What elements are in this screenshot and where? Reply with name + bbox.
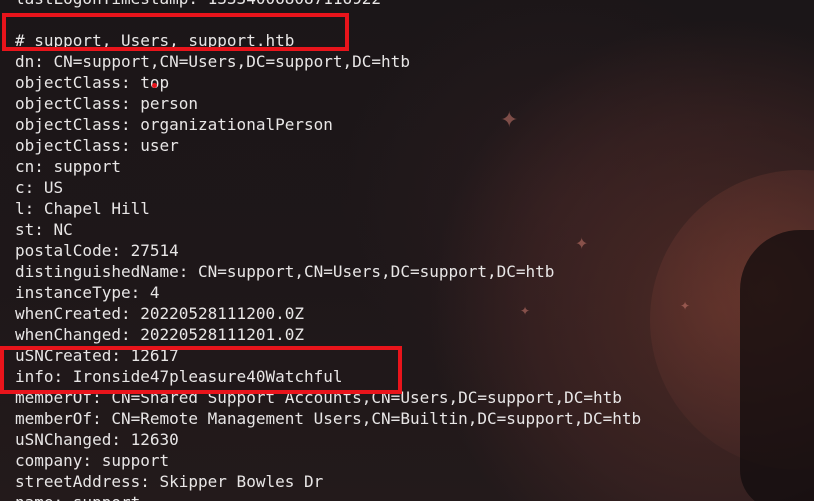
terminal-line: whenCreated: 20220528111200.0Z: [15, 304, 304, 323]
star-icon: ✦: [680, 299, 691, 313]
mouse-pointer-dot: [152, 83, 157, 88]
terminal-line: cn: support: [15, 157, 121, 176]
terminal-line: memberOf: CN=Remote Management Users,CN=…: [15, 409, 642, 428]
terminal-line: whenChanged: 20220528111201.0Z: [15, 325, 304, 344]
terminal-line: objectClass: top: [15, 73, 170, 92]
terminal-line: lastLogonTimestamp: 133340068087116922: [15, 0, 641, 9]
highlight-box-info-password: [0, 346, 402, 394]
highlight-box-entry-header: [2, 13, 349, 51]
terminal-line: company: support: [15, 451, 170, 470]
terminal-line: l: Chapel Hill: [15, 199, 150, 218]
terminal-line: objectClass: organizationalPerson: [15, 115, 333, 134]
terminal-line: distinguishedName: CN=support,CN=Users,D…: [15, 262, 555, 281]
terminal-line: c: US: [15, 178, 64, 197]
wallpaper-silhouette: [740, 230, 814, 501]
terminal-window[interactable]: ✦ ✦ ✦ ✦ lastLogonTimestamp: 133340068087…: [0, 0, 814, 501]
terminal-line: instanceType: 4: [15, 283, 160, 302]
terminal-line: name: support: [15, 492, 641, 501]
terminal-line: dn: CN=support,CN=Users,DC=support,DC=ht…: [15, 52, 410, 71]
terminal-line: objectClass: user: [15, 136, 179, 155]
terminal-output: lastLogonTimestamp: 133340068087116922 #…: [15, 0, 641, 501]
terminal-line: objectClass: person: [15, 94, 199, 113]
terminal-line: st: NC: [15, 220, 73, 239]
terminal-line: streetAddress: Skipper Bowles Dr: [15, 472, 324, 491]
terminal-line: uSNChanged: 12630: [15, 430, 179, 449]
terminal-line: postalCode: 27514: [15, 241, 179, 260]
